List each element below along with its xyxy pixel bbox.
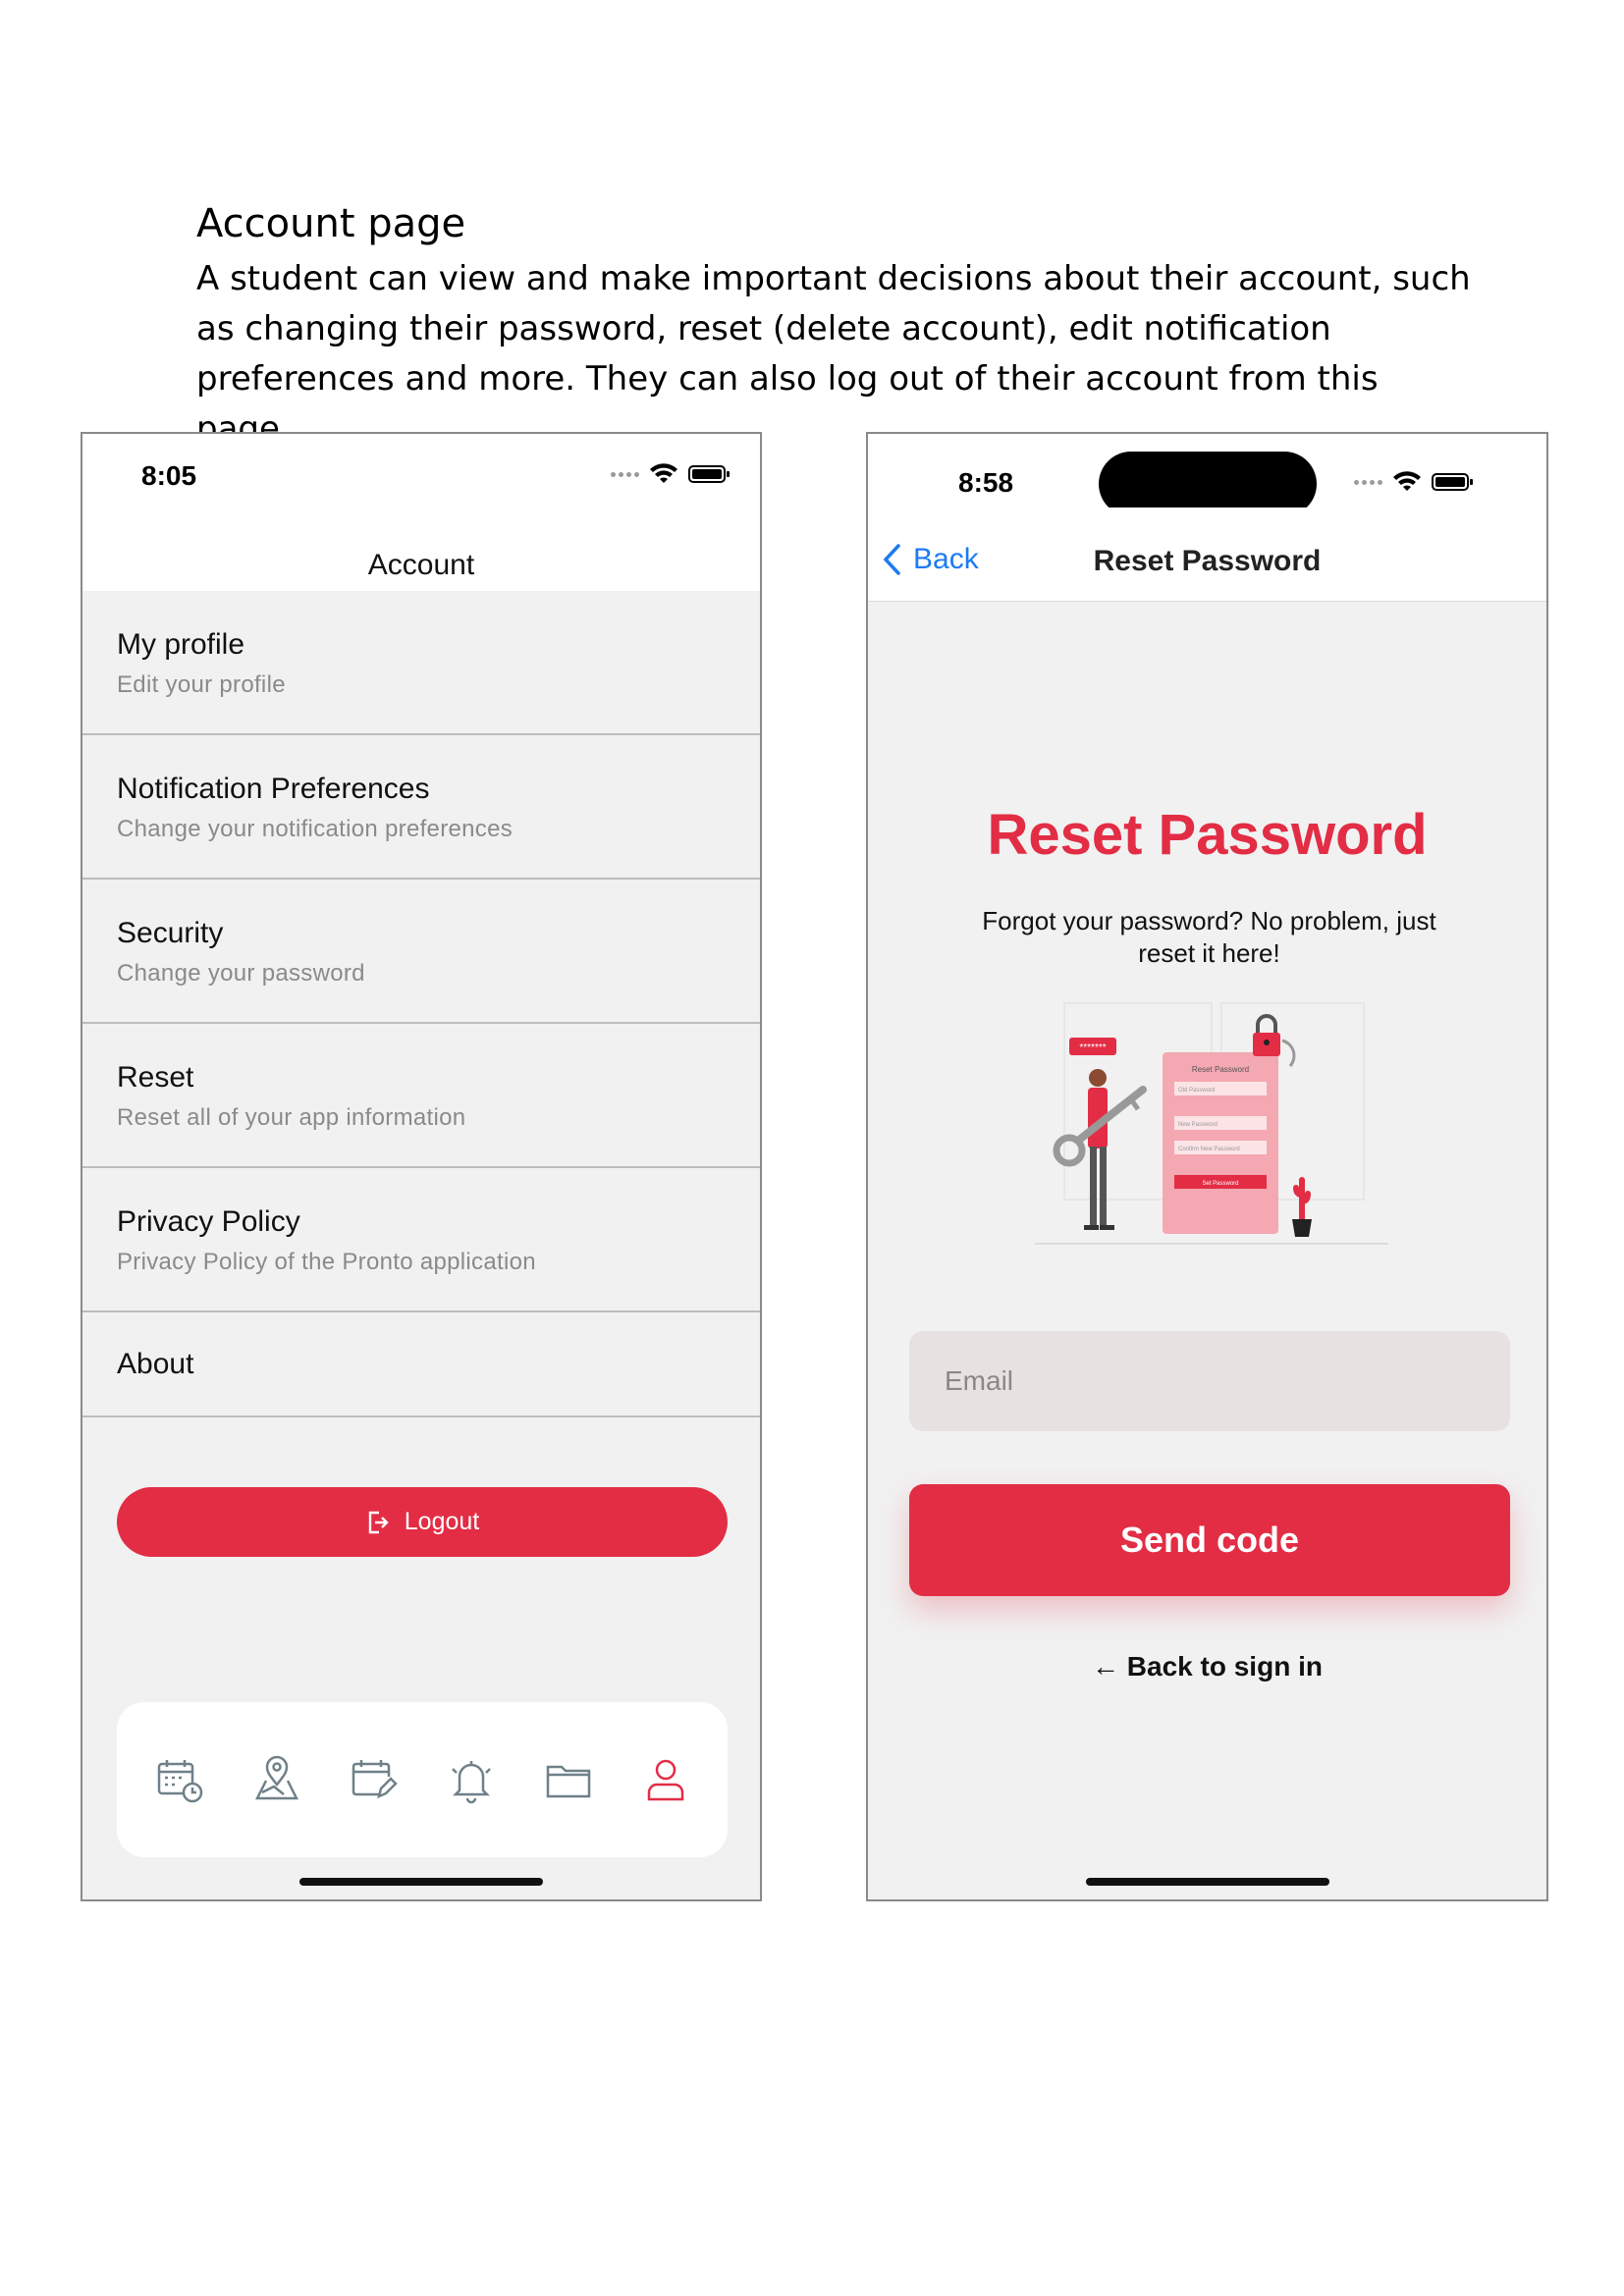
reset-password-screen: 8:58 Back Reset Password Reset Password … [866, 432, 1548, 1901]
home-indicator [1085, 1878, 1329, 1886]
menu-item-subtitle: Change your notification preferences [117, 816, 514, 842]
menu-item-subtitle: Reset all of your app information [117, 1104, 466, 1131]
home-indicator [299, 1878, 543, 1886]
calendar-edit-icon[interactable] [350, 1755, 399, 1804]
illustration-set-button: Set Password [1202, 1181, 1238, 1187]
menu-item-title: Notification Preferences [117, 773, 430, 805]
illustration-field-confirm: Confirm New Password [1178, 1147, 1240, 1152]
menu-item-title: About [117, 1348, 194, 1380]
logout-label: Logout [404, 1508, 480, 1535]
reset-heading: Reset Password [987, 803, 1428, 867]
status-bar: 8:58 [868, 434, 1546, 516]
logout-icon [368, 1511, 389, 1533]
map-pin-icon[interactable] [252, 1755, 301, 1804]
reset-subtitle: Forgot your password? No problem, just r… [982, 906, 1436, 968]
doc-description: A student can view and make important de… [196, 259, 1471, 449]
illustration-form-title: Reset Password [1192, 1065, 1249, 1074]
illustration-speech: ******* [1079, 1042, 1106, 1053]
battery-icon [688, 465, 730, 483]
menu-item-my-profile[interactable]: My profile Edit your profile [82, 591, 760, 735]
menu-item-subtitle: Change your password [117, 960, 365, 987]
status-time: 8:58 [958, 467, 1014, 498]
status-time: 8:05 [141, 460, 197, 491]
menu-item-title: Reset [117, 1061, 194, 1094]
menu-item-title: Privacy Policy [117, 1205, 300, 1238]
illustration-field-old: Old Password [1178, 1088, 1215, 1094]
status-bar: 8:05 [82, 434, 760, 507]
account-screen: 8:05 Account My profile Edit your profil… [81, 432, 762, 1901]
page-title: Account [367, 549, 475, 581]
reset-password-illustration: Reset Password Old Password New Password… [1035, 1002, 1388, 1245]
logout-button[interactable]: Logout [117, 1487, 728, 1557]
reset-header: Back Reset Password [868, 507, 1546, 602]
menu-item-security[interactable]: Security Change your password [82, 880, 760, 1024]
doc-title: Account page [196, 201, 466, 246]
user-icon[interactable] [641, 1755, 690, 1804]
menu-item-about[interactable]: About [82, 1312, 760, 1417]
folder-icon[interactable] [544, 1755, 593, 1804]
menu-item-subtitle: Edit your profile [117, 671, 286, 698]
battery-icon [1432, 473, 1473, 491]
menu-item-subtitle: Privacy Policy of the Pronto application [117, 1249, 536, 1275]
illustration-field-new: New Password [1178, 1122, 1218, 1128]
status-icons [1354, 471, 1473, 493]
menu-item-title: Security [117, 917, 224, 949]
signal-icon [611, 471, 639, 477]
page-title: Reset Password [1093, 545, 1322, 577]
menu-item-notification-preferences[interactable]: Notification Preferences Change your not… [82, 735, 760, 880]
menu-item-reset[interactable]: Reset Reset all of your app information [82, 1024, 760, 1168]
signal-icon [1354, 479, 1382, 485]
email-input[interactable] [909, 1331, 1510, 1431]
calendar-clock-icon[interactable] [155, 1755, 204, 1804]
status-icons [611, 463, 730, 485]
back-to-sign-in-link[interactable]: ← Back to sign in [868, 1651, 1546, 1682]
wifi-icon [1393, 471, 1421, 491]
wifi-icon [650, 463, 677, 483]
menu-item-privacy-policy[interactable]: Privacy Policy Privacy Policy of the Pro… [82, 1168, 760, 1312]
account-menu: My profile Edit your profile Notificatio… [82, 591, 760, 1417]
bell-icon[interactable] [447, 1755, 496, 1804]
bottom-tab-bar [117, 1702, 728, 1857]
menu-item-title: My profile [117, 628, 245, 661]
send-code-button[interactable]: Send code [909, 1484, 1510, 1596]
